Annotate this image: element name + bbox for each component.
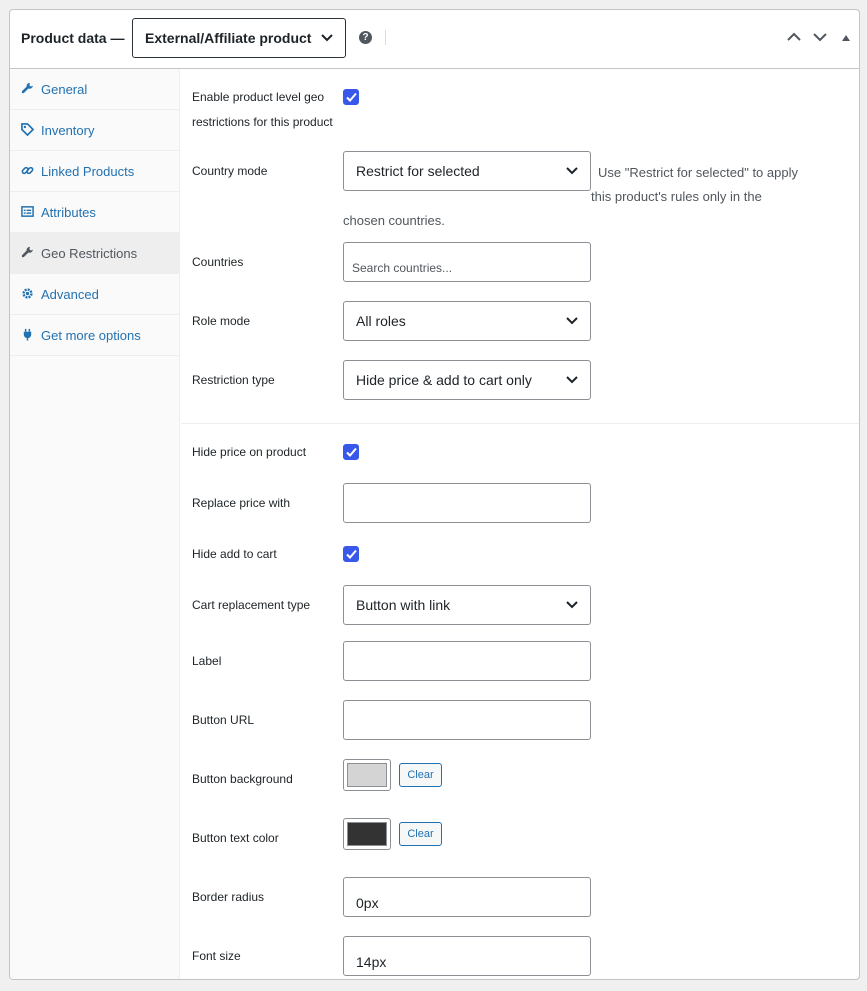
restriction-type-label: Restriction type [192, 373, 275, 387]
tab-get-more-options[interactable]: Get more options [10, 315, 179, 356]
cart-replacement-label: Cart replacement type [192, 598, 311, 612]
hide-cart-checkbox[interactable] [343, 546, 359, 562]
font-size-label: Font size [192, 949, 241, 963]
button-text-color-label: Button text color [192, 831, 279, 845]
chevron-down-icon [566, 601, 578, 609]
role-mode-value: All roles [356, 313, 406, 329]
tab-inventory[interactable]: Inventory [10, 110, 179, 151]
country-mode-hint-line2: this product's rules only in the [591, 189, 762, 204]
country-mode-label: Country mode [192, 164, 268, 178]
button-background-color-picker[interactable] [343, 759, 391, 791]
tab-label: General [41, 82, 88, 97]
tab-label: Advanced [41, 287, 99, 302]
tab-linked-products[interactable]: Linked Products [10, 151, 179, 192]
color-swatch [347, 763, 387, 787]
panel-title: Product data — [21, 30, 125, 46]
checkmark-icon [346, 549, 357, 559]
label-field-label: Label [192, 654, 222, 668]
button-url-label: Button URL [192, 713, 255, 727]
tab-label: Linked Products [41, 164, 135, 179]
wrench-icon [21, 246, 33, 258]
border-radius-input[interactable] [343, 877, 591, 917]
clear-background-button[interactable]: Clear [399, 763, 442, 787]
chevron-down-icon [321, 34, 333, 42]
tab-geo-restrictions[interactable]: Geo Restrictions [10, 233, 179, 274]
cart-replacement-select[interactable]: Button with link [343, 585, 591, 625]
label-input[interactable] [343, 641, 591, 681]
button-url-input[interactable] [343, 700, 591, 740]
gear-icon [22, 288, 33, 299]
tab-label: Attributes [41, 205, 96, 220]
hide-cart-label: Hide add to cart [192, 547, 277, 561]
product-type-value: External/Affiliate product [145, 30, 312, 46]
link-icon [21, 166, 34, 175]
chevron-down-icon [566, 376, 578, 384]
role-mode-label: Role mode [192, 314, 251, 328]
font-size-input[interactable] [343, 936, 591, 976]
tab-general[interactable]: General [10, 69, 179, 110]
replace-price-label: Replace price with [192, 496, 291, 510]
tag-icon [21, 123, 34, 136]
button-background-label: Button background [192, 772, 293, 786]
color-swatch [347, 822, 387, 846]
enable-geo-label-line2: restrictions for this product [192, 115, 333, 129]
wrench-icon [21, 82, 33, 94]
tab-label: Geo Restrictions [41, 246, 138, 261]
restriction-type-select[interactable]: Hide price & add to cart only [343, 360, 591, 400]
tab-attributes[interactable]: Attributes [10, 192, 179, 233]
panel-header: Product data — External/Affiliate produc… [10, 10, 859, 69]
countries-label: Countries [192, 255, 244, 269]
tab-label: Inventory [41, 123, 95, 138]
chevron-down-icon [566, 317, 578, 325]
enable-geo-checkbox[interactable] [343, 89, 359, 105]
checkmark-icon [346, 92, 357, 102]
country-mode-value: Restrict for selected [356, 163, 480, 179]
checkmark-icon [346, 447, 357, 457]
border-radius-label: Border radius [192, 890, 265, 904]
tab-label: Get more options [41, 328, 141, 343]
move-up-icon[interactable] [787, 32, 801, 42]
list-icon [21, 206, 34, 217]
tab-advanced[interactable]: Advanced [10, 274, 179, 315]
header-divider [385, 30, 386, 45]
hide-price-label: Hide price on product [192, 445, 307, 459]
plugin-icon [23, 328, 32, 341]
clear-text-color-button[interactable]: Clear [399, 822, 442, 846]
role-mode-select[interactable]: All roles [343, 301, 591, 341]
collapse-icon[interactable] [842, 35, 850, 41]
countries-search-input[interactable] [343, 242, 591, 282]
country-mode-hint-line1: Use "Restrict for selected" to apply [598, 165, 798, 180]
country-mode-select[interactable]: Restrict for selected [343, 151, 591, 191]
section-divider [181, 423, 859, 424]
replace-price-input[interactable] [343, 483, 591, 523]
chevron-down-icon [566, 167, 578, 175]
restriction-type-value: Hide price & add to cart only [356, 372, 532, 388]
product-data-panel: Product data — External/Affiliate produc… [9, 9, 860, 980]
move-down-icon[interactable] [813, 32, 827, 42]
enable-geo-label-line1: Enable product level geo [192, 90, 325, 104]
product-data-tabs: General Inventory Linked Products Attrib… [10, 69, 180, 979]
button-text-color-picker[interactable] [343, 818, 391, 850]
hide-price-checkbox[interactable] [343, 444, 359, 460]
help-icon[interactable]: ? [359, 31, 372, 44]
geo-restrictions-panel: Enable product level geo restrictions fo… [181, 69, 859, 979]
product-type-select[interactable]: External/Affiliate product [132, 18, 346, 58]
country-mode-hint-line3: chosen countries. [343, 213, 445, 228]
cart-replacement-value: Button with link [356, 597, 451, 613]
